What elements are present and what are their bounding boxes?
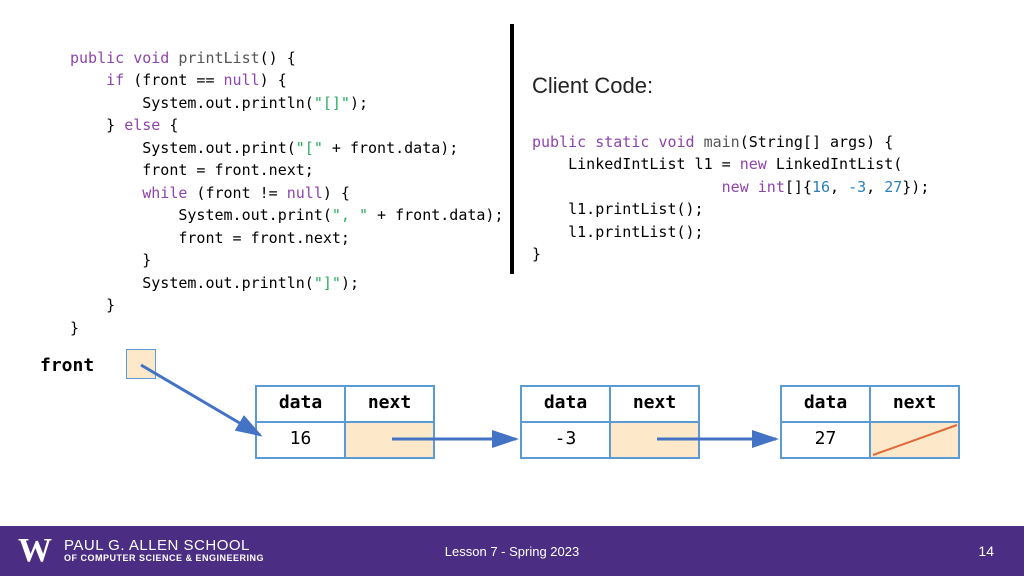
node-value: 27	[781, 422, 870, 458]
node-header-data: data	[521, 386, 610, 422]
slide-footer: W PAUL G. ALLEN SCHOOL OF COMPUTER SCIEN…	[0, 526, 1024, 576]
lesson-label: Lesson 7 - Spring 2023	[445, 544, 579, 559]
front-pointer-box	[126, 349, 156, 379]
arrow-front-to-node0	[141, 365, 260, 435]
node-next-cell	[870, 422, 959, 458]
uw-logo: W	[18, 532, 52, 570]
node-0: data next 16	[255, 385, 435, 459]
school-line1: PAUL G. ALLEN SCHOOL	[64, 538, 264, 554]
code-block-printlist: public void printList() { if (front == n…	[70, 24, 510, 339]
client-code-title: Client Code:	[532, 69, 954, 102]
linked-list-diagram: front data next 16 data next -3 data nex…	[0, 345, 1024, 495]
front-label: front	[40, 355, 94, 376]
page-number: 14	[978, 543, 994, 559]
vertical-divider	[510, 24, 514, 274]
node-value: 16	[256, 422, 345, 458]
school-name: PAUL G. ALLEN SCHOOL OF COMPUTER SCIENCE…	[64, 538, 264, 563]
node-header-data: data	[256, 386, 345, 422]
school-line2: OF COMPUTER SCIENCE & ENGINEERING	[64, 554, 264, 563]
node-value: -3	[521, 422, 610, 458]
node-header-next: next	[610, 386, 699, 422]
node-header-next: next	[870, 386, 959, 422]
node-2: data next 27	[780, 385, 960, 459]
node-1: data next -3	[520, 385, 700, 459]
node-next-cell	[345, 422, 434, 458]
code-row: public void printList() { if (front == n…	[0, 0, 1024, 339]
code-block-client: Client Code: public static void main(Str…	[532, 24, 954, 339]
node-header-next: next	[345, 386, 434, 422]
null-slash-icon	[871, 423, 958, 457]
node-header-data: data	[781, 386, 870, 422]
node-next-cell	[610, 422, 699, 458]
